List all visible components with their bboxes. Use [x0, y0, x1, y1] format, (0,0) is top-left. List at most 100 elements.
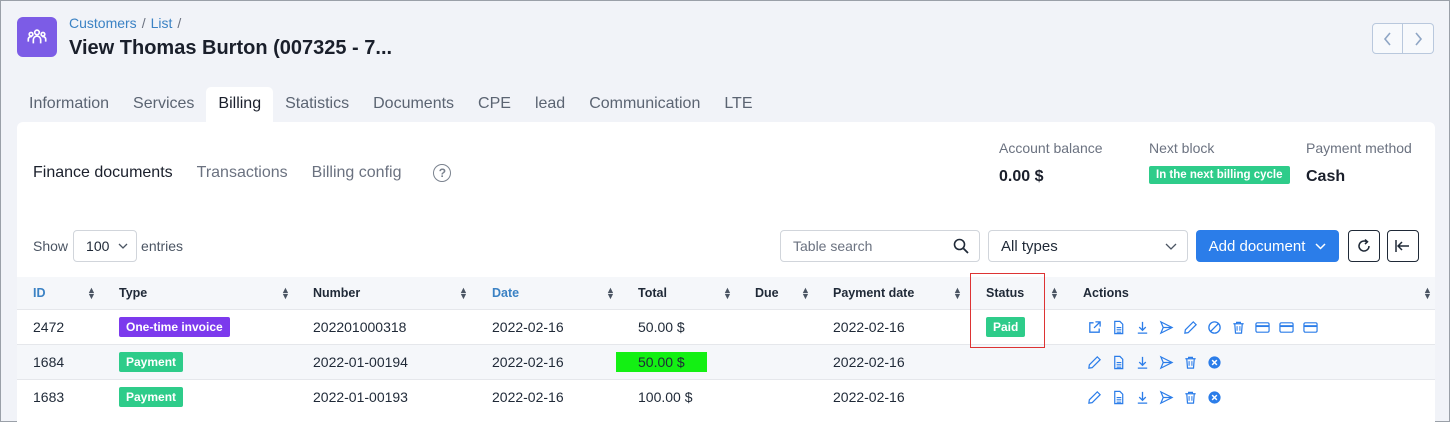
search-icon	[953, 238, 969, 254]
account-balance-label: Account balance	[999, 140, 1103, 156]
column-total[interactable]: Total	[638, 277, 667, 309]
refresh-button[interactable]	[1348, 230, 1380, 262]
delete-icon[interactable]	[1181, 388, 1199, 406]
help-icon[interactable]: ?	[433, 164, 452, 182]
row-date: 2022-02-16	[492, 319, 564, 335]
column-payment-date[interactable]: Payment date	[833, 277, 914, 309]
document-icon[interactable]	[1109, 353, 1127, 371]
customer-tabs: Information Services Billing Statistics …	[17, 87, 765, 122]
remove-icon[interactable]	[1205, 353, 1223, 371]
column-type[interactable]: Type	[119, 277, 147, 309]
tab-cpe[interactable]: CPE	[466, 87, 523, 122]
document-icon[interactable]	[1109, 388, 1127, 406]
breadcrumb-customers[interactable]: Customers	[69, 15, 137, 31]
type-filter-select[interactable]: All types	[988, 230, 1188, 262]
card-icon[interactable]	[1277, 318, 1295, 336]
delete-icon[interactable]	[1229, 318, 1247, 336]
entries-value: 100	[86, 238, 110, 254]
type-filter-value: All types	[1001, 237, 1058, 255]
card-icon[interactable]	[1253, 318, 1271, 336]
row-type: One-time invoice	[119, 310, 230, 344]
download-icon[interactable]	[1133, 388, 1151, 406]
subtab-billing-config[interactable]: Billing config	[312, 164, 402, 182]
refresh-icon	[1358, 238, 1370, 252]
type-badge: Payment	[119, 352, 184, 372]
tab-statistics[interactable]: Statistics	[273, 87, 361, 122]
send-icon[interactable]	[1157, 353, 1175, 371]
sort-icon[interactable]: ▲ ▼	[87, 286, 96, 301]
edit-icon[interactable]	[1085, 388, 1103, 406]
add-document-button[interactable]: Add document	[1196, 230, 1339, 262]
next-block-label: Next block	[1149, 140, 1215, 156]
sort-icon[interactable]: ▲ ▼	[606, 286, 615, 301]
sort-icon[interactable]: ▲ ▼	[953, 286, 962, 301]
entries-select[interactable]: 100	[73, 230, 138, 262]
breadcrumb-separator: /	[177, 15, 182, 31]
table-row[interactable]: 1683 Payment 2022-01-00193 2022-02-16 10…	[17, 379, 1435, 414]
tab-communication[interactable]: Communication	[577, 87, 712, 122]
account-balance-value: 0.00 $	[999, 168, 1044, 185]
row-number[interactable]: 2022-01-00193	[313, 380, 408, 414]
external-link-icon[interactable]	[1085, 318, 1103, 336]
table-search[interactable]	[780, 230, 980, 262]
column-number[interactable]: Number	[313, 277, 360, 309]
row-id: 1683	[33, 389, 65, 405]
collapse-left-icon	[1395, 240, 1409, 252]
row-total: 100.00 $	[638, 389, 693, 405]
subtab-transactions[interactable]: Transactions	[197, 164, 288, 182]
sort-icon[interactable]: ▲ ▼	[723, 286, 732, 301]
send-icon[interactable]	[1157, 318, 1175, 336]
column-due[interactable]: Due	[755, 277, 779, 309]
edit-icon[interactable]	[1181, 318, 1199, 336]
sort-icon[interactable]: ▲ ▼	[1423, 286, 1432, 301]
row-number[interactable]: 202201000318	[313, 310, 406, 344]
page-title: View Thomas Burton (007325 - 7...	[69, 37, 393, 59]
show-label: Show	[33, 238, 69, 254]
tab-billing[interactable]: Billing	[206, 87, 274, 122]
row-id: 1684	[33, 354, 65, 370]
sort-icon[interactable]: ▲ ▼	[281, 286, 290, 301]
payment-method-value: Cash	[1306, 168, 1346, 185]
record-navigation	[1372, 23, 1434, 54]
card-icon[interactable]	[1301, 318, 1319, 336]
type-badge: One-time invoice	[119, 317, 230, 337]
row-number[interactable]: 2022-01-00194	[313, 345, 408, 379]
edit-icon[interactable]	[1085, 353, 1103, 371]
column-date[interactable]: Date	[492, 277, 519, 309]
type-badge: Payment	[119, 387, 184, 407]
delete-icon[interactable]	[1181, 353, 1199, 371]
sort-icon[interactable]: ▲ ▼	[801, 286, 810, 301]
tab-services[interactable]: Services	[121, 87, 206, 122]
status-highlight-box	[970, 273, 1045, 348]
chevron-down-icon	[1165, 243, 1177, 250]
cancel-icon[interactable]	[1205, 318, 1223, 336]
collapse-panel-button[interactable]	[1387, 230, 1419, 262]
payment-method-label: Payment method	[1306, 140, 1412, 156]
row-id: 2472	[33, 319, 65, 335]
table-row[interactable]: 2472 One-time invoice 202201000318 2022-…	[17, 309, 1435, 344]
tab-information[interactable]: Information	[17, 87, 121, 122]
next-block-badge: In the next billing cycle	[1149, 166, 1290, 184]
tab-lead[interactable]: lead	[523, 87, 577, 122]
tab-lte[interactable]: LTE	[712, 87, 764, 122]
column-id[interactable]: ID	[33, 277, 46, 309]
breadcrumb-list[interactable]: List	[151, 15, 173, 31]
row-type: Payment	[119, 380, 184, 414]
tab-documents[interactable]: Documents	[361, 87, 466, 122]
add-document-label: Add document	[1208, 237, 1306, 255]
subtab-finance-documents[interactable]: Finance documents	[33, 164, 173, 182]
table-row[interactable]: 1684 Payment 2022-01-00194 2022-02-16 50…	[17, 344, 1435, 379]
download-icon[interactable]	[1133, 318, 1151, 336]
document-icon[interactable]	[1109, 318, 1127, 336]
send-icon[interactable]	[1157, 388, 1175, 406]
sort-icon[interactable]: ▲ ▼	[459, 286, 468, 301]
chevron-down-icon	[118, 243, 128, 249]
billing-card: Finance documents Transactions Billing c…	[17, 122, 1435, 422]
next-record-button[interactable]	[1403, 23, 1434, 54]
previous-record-button[interactable]	[1372, 23, 1403, 54]
download-icon[interactable]	[1133, 353, 1151, 371]
next-block: Next block In the next billing cycle	[1149, 140, 1290, 184]
sort-icon[interactable]: ▲ ▼	[1050, 286, 1059, 301]
search-input[interactable]	[793, 238, 943, 254]
remove-icon[interactable]	[1205, 388, 1223, 406]
